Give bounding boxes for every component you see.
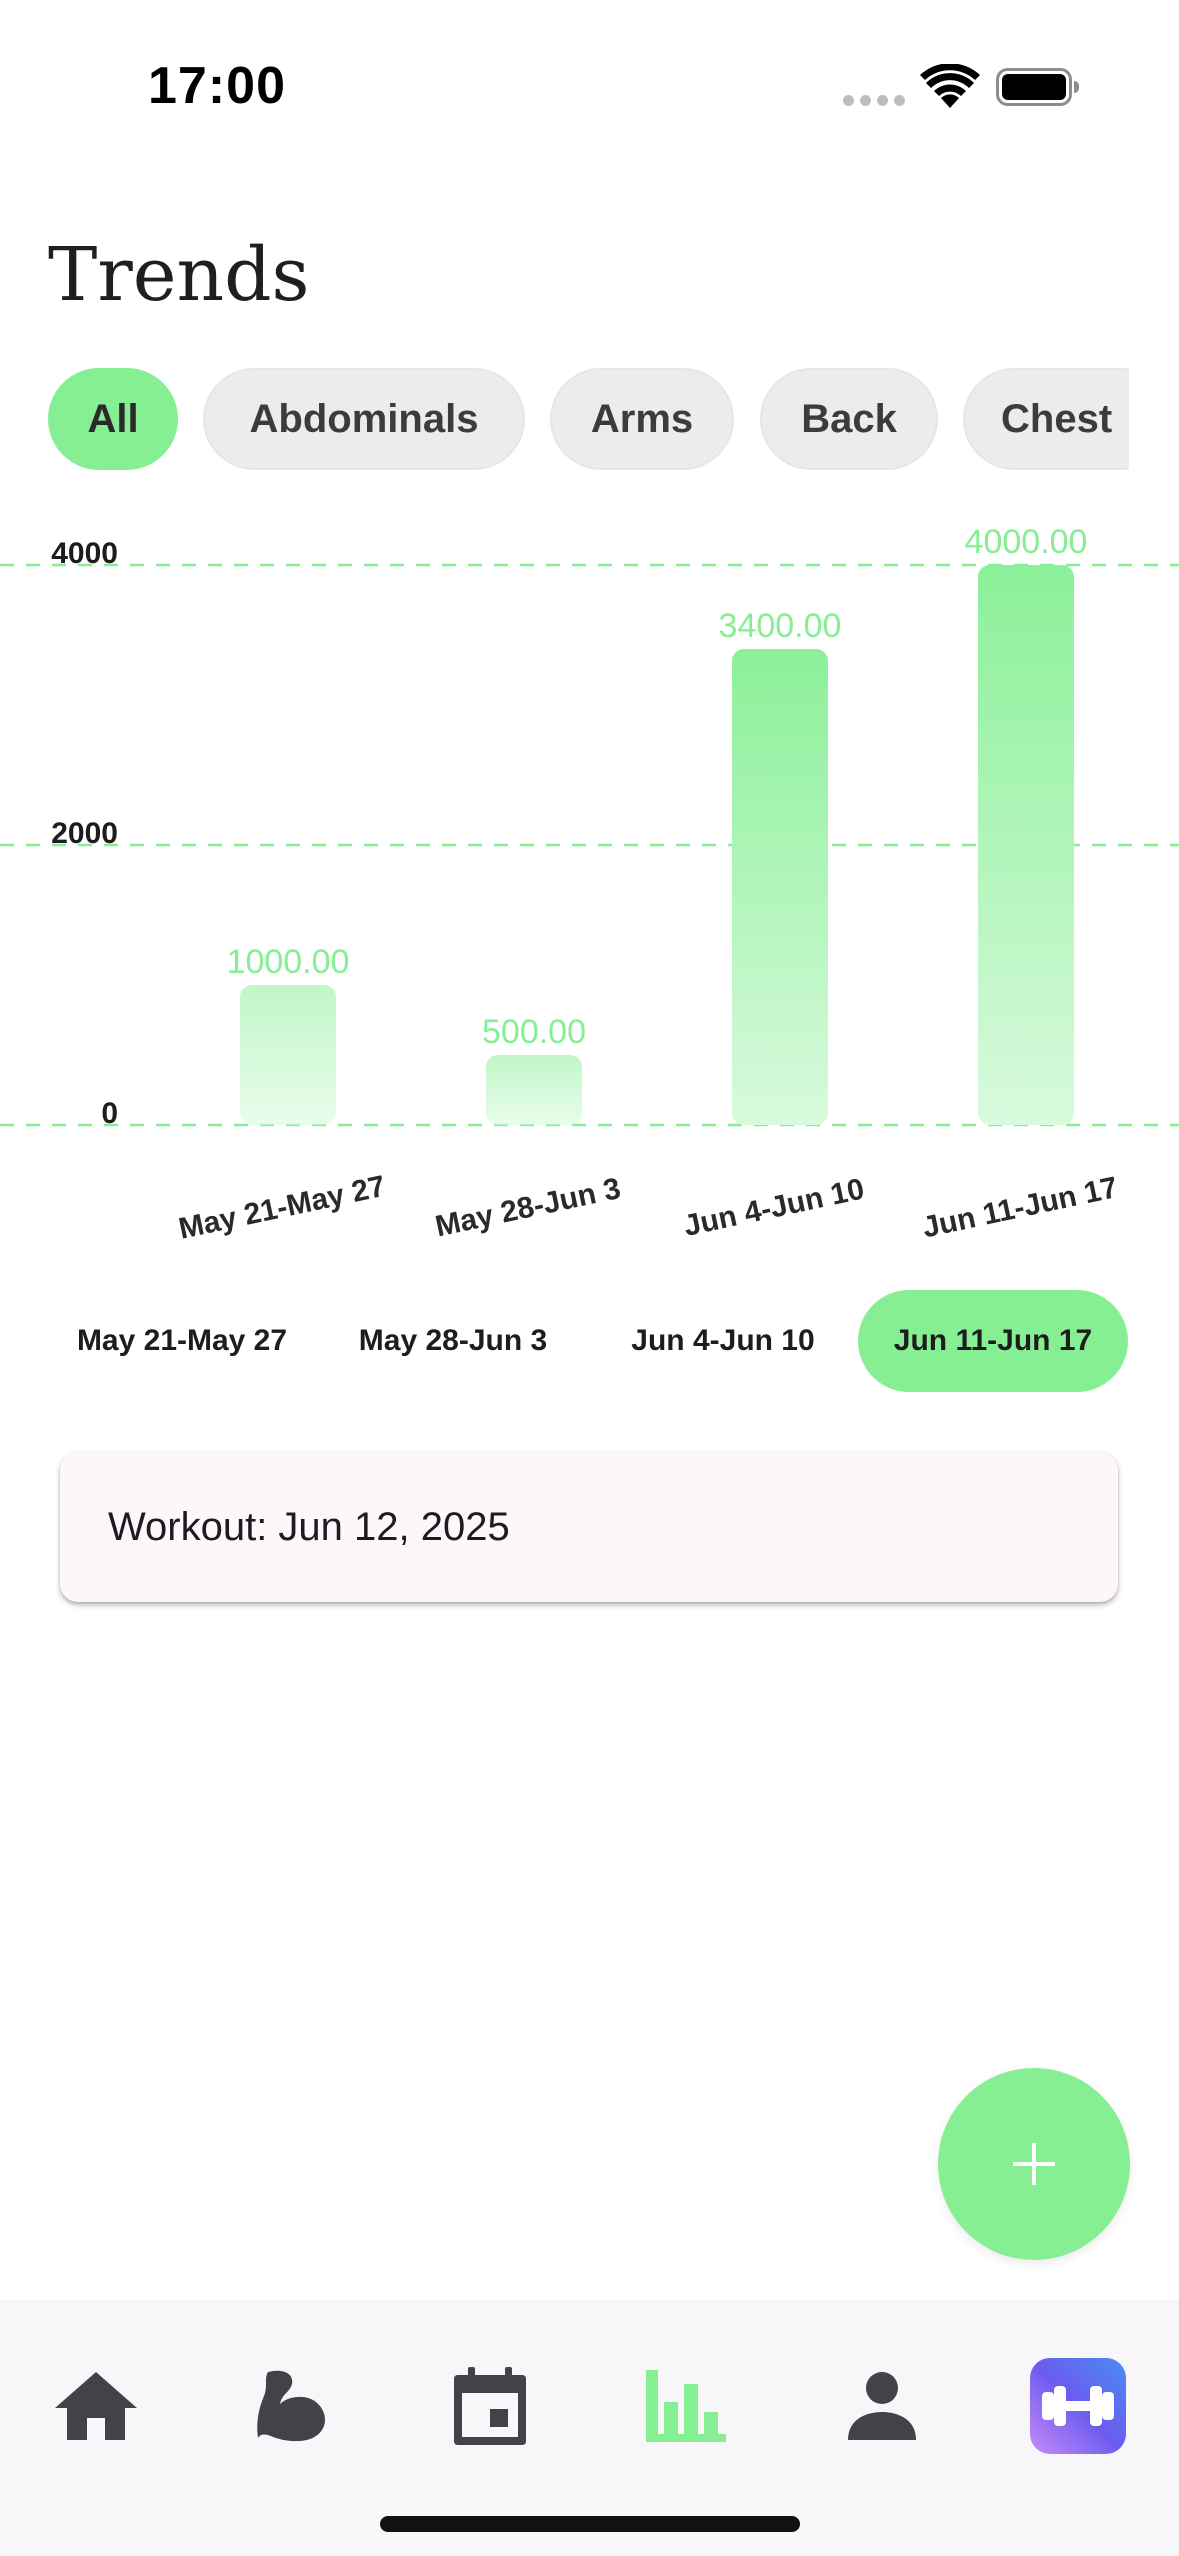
nav-calendar[interactable] — [440, 2356, 540, 2456]
muscle-filter-chips: All Abdominals Arms Back Chest — [0, 368, 1129, 472]
add-workout-button[interactable] — [938, 2068, 1130, 2260]
chip-chest[interactable]: Chest — [963, 368, 1129, 470]
chart-bar — [978, 565, 1074, 1125]
week-button-may28[interactable]: May 28-Jun 3 — [322, 1290, 584, 1392]
chip-back[interactable]: Back — [760, 368, 938, 470]
y-tick-label: 2000 — [51, 817, 118, 850]
bar-chart-icon — [646, 2370, 726, 2442]
bar-value-label: 4000.00 — [965, 523, 1088, 561]
bar-value-label: 500.00 — [482, 1013, 586, 1051]
chart-svg: 0 2000 4000 1000.00 May 21-May 27 500.00 May … — [0, 523, 1179, 1246]
person-icon — [848, 2372, 916, 2440]
workout-card-text: Workout: Jun 12, 2025 — [108, 1504, 510, 1549]
nav-workout-app[interactable] — [1028, 2356, 1128, 2456]
nav-muscles[interactable] — [244, 2356, 344, 2456]
dumbbell-app-icon — [1030, 2358, 1126, 2454]
nav-trends[interactable] — [636, 2356, 736, 2456]
flexed-arm-icon — [257, 2370, 325, 2442]
x-tick-label: Jun 4-Jun 10 — [681, 1173, 867, 1243]
week-button-may21[interactable]: May 21-May 27 — [42, 1290, 322, 1392]
chip-abdominals[interactable]: Abdominals — [203, 368, 525, 470]
x-tick-label: May 28-Jun 3 — [432, 1172, 623, 1243]
battery-icon — [996, 68, 1079, 106]
nav-home[interactable] — [46, 2356, 146, 2456]
y-tick-label: 4000 — [51, 537, 118, 570]
plus-icon — [1013, 2143, 1055, 2185]
status-bar: 17:00 — [0, 0, 1179, 150]
chip-arms[interactable]: Arms — [550, 368, 734, 470]
wifi-icon — [920, 64, 980, 108]
week-selector: May 21-May 27 May 28-Jun 3 Jun 4-Jun 10 … — [0, 1290, 1179, 1392]
x-tick-label: Jun 11-Jun 17 — [920, 1171, 1121, 1245]
chart-bar — [486, 1055, 582, 1125]
status-time: 17:00 — [148, 57, 286, 115]
bar-value-label: 1000.00 — [227, 943, 350, 981]
trends-bar-chart: 0 2000 4000 1000.00 May 21-May 27 500.00 May … — [0, 500, 1179, 1260]
page-title: Trends — [48, 232, 310, 318]
workout-card[interactable]: Workout: Jun 12, 2025 — [60, 1452, 1118, 1602]
nav-profile[interactable] — [832, 2356, 932, 2456]
home-icon — [55, 2372, 137, 2440]
y-tick-label: 0 — [101, 1097, 118, 1130]
chip-all[interactable]: All — [48, 368, 178, 470]
calendar-icon — [454, 2367, 526, 2445]
chart-bar — [732, 649, 828, 1125]
x-tick-label: May 21-May 27 — [176, 1170, 388, 1246]
bar-value-label: 3400.00 — [719, 607, 842, 645]
chart-bar — [240, 985, 336, 1125]
signal-dots-icon — [843, 95, 905, 107]
home-indicator — [380, 2516, 800, 2532]
week-button-jun4[interactable]: Jun 4-Jun 10 — [600, 1290, 846, 1392]
week-button-jun11[interactable]: Jun 11-Jun 17 — [858, 1290, 1128, 1392]
